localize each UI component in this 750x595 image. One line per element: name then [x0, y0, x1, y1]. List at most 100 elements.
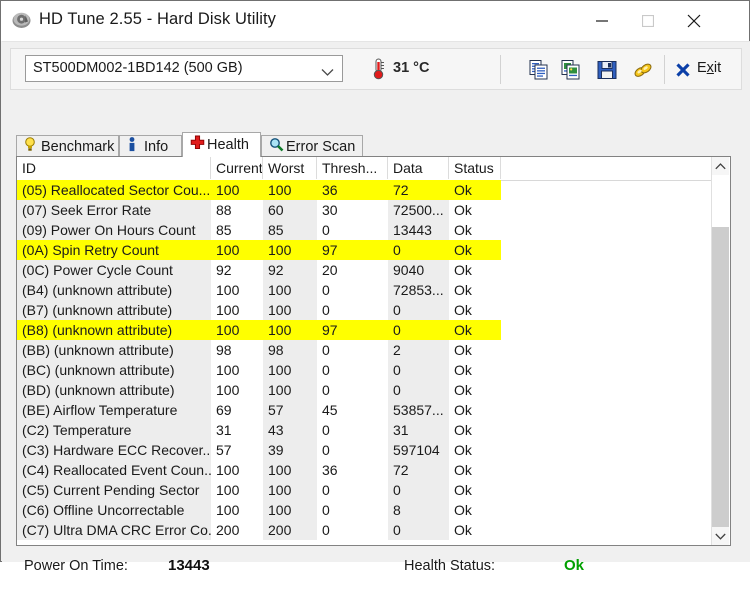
table-header-current[interactable]: Current	[211, 157, 263, 179]
table-row[interactable]: (09) Power On Hours Count 85 85 0 13443 Ok	[17, 220, 699, 240]
table-cell-id: (0A) Spin Retry Count	[17, 240, 211, 260]
tab-health[interactable]: Health	[182, 132, 261, 157]
drive-select-value: ST500DM002-1BD142 (500 GB)	[33, 60, 243, 76]
table-cell-id: (05) Reallocated Sector Cou...	[17, 180, 211, 200]
scroll-up-button[interactable]	[712, 157, 729, 175]
chevron-down-icon	[321, 64, 334, 82]
magnifier-icon	[269, 137, 284, 157]
table-cell-status: Ok	[454, 482, 472, 498]
table-body: (05) Reallocated Sector Cou... 100 100 36 72…	[17, 180, 699, 545]
table-cell-current: 100	[216, 282, 240, 298]
table-row[interactable]: (BD) (unknown attribute) 100 100 0 0 Ok	[17, 380, 699, 400]
table-row[interactable]: (BB) (unknown attribute) 98 98 0 2 Ok	[17, 340, 699, 360]
table-cell-id: (BB) (unknown attribute)	[17, 340, 211, 360]
table-cell-worst: 43	[263, 420, 317, 440]
table-cell-worst: 100	[263, 180, 317, 200]
health-status-label: Health Status:	[404, 558, 496, 574]
scroll-down-button[interactable]	[712, 527, 729, 545]
table-cell-current: 100	[216, 382, 240, 398]
table-row[interactable]: (C6) Offline Uncorrectable 100 100 0 8 Ok	[17, 500, 699, 520]
table-row[interactable]: (C4) Reallocated Event Coun... 100 100 36 72…	[17, 460, 699, 480]
table-cell-worst: 60	[263, 200, 317, 220]
table-cell-data: 72500...	[388, 200, 449, 220]
table-cell-thresh: 0	[322, 382, 330, 398]
table-header-worst[interactable]: Worst	[263, 157, 317, 179]
temperature-value: 31 °C	[393, 60, 430, 76]
table-cell-id: (B7) (unknown attribute)	[17, 300, 211, 320]
table-row[interactable]: (B7) (unknown attribute) 100 100 0 0 Ok	[17, 300, 699, 320]
power-on-time-label: Power On Time:	[24, 558, 128, 574]
table-row[interactable]: (05) Reallocated Sector Cou... 100 100 36 72…	[17, 180, 699, 200]
scrollbar-thumb[interactable]	[712, 227, 729, 530]
table-cell-id: (BC) (unknown attribute)	[17, 360, 211, 380]
table-cell-data: 13443	[388, 220, 449, 240]
table-cell-worst: 100	[263, 500, 317, 520]
hd-tune-window: HD Tune 2.55 - Hard Disk Utility ST500DM…	[0, 0, 750, 574]
table-row[interactable]: (07) Seek Error Rate 88 60 30 72500... Ok	[17, 200, 699, 220]
status-bar: Power On Time: 13443 Health Status: Ok	[16, 550, 731, 595]
minimize-button[interactable]	[579, 1, 625, 41]
close-button[interactable]	[671, 1, 717, 41]
table-cell-current: 100	[211, 240, 263, 260]
tab-benchmark-label: Benchmark	[41, 138, 115, 155]
table-cell-thresh: 0	[322, 522, 330, 538]
settings-button[interactable]	[631, 58, 655, 82]
table-header-status[interactable]: Status	[449, 157, 501, 179]
table-cell-current: 69	[216, 402, 232, 418]
maximize-button[interactable]	[625, 1, 671, 41]
table-cell-status: Ok	[454, 222, 472, 238]
table-cell-current: 200	[216, 522, 240, 538]
tab-benchmark[interactable]: Benchmark	[16, 135, 119, 157]
table-cell-status: Ok	[449, 240, 501, 260]
table-cell-data: 0	[388, 360, 449, 380]
table-cell-worst: 100	[263, 320, 317, 340]
table-cell-status: Ok	[454, 502, 472, 518]
table-row[interactable]: (C5) Current Pending Sector 100 100 0 0 Ok	[17, 480, 699, 500]
table-cell-data: 72853...	[388, 280, 449, 300]
table-cell-data: 31	[388, 420, 449, 440]
table-row[interactable]: (C7) Ultra DMA CRC Error Co... 200 200 0 0 Ok	[17, 520, 699, 540]
smart-attribute-list: ID Current Worst Thresh... Data Status (05) R…	[16, 156, 731, 546]
table-cell-data: 597104	[388, 440, 449, 460]
table-cell-status: Ok	[454, 442, 472, 458]
save-button[interactable]	[595, 58, 619, 82]
drive-select[interactable]: ST500DM002-1BD142 (500 GB)	[25, 55, 343, 82]
blue-x-icon	[675, 62, 691, 83]
table-cell-thresh: 0	[322, 302, 330, 318]
table-cell-id: (B8) (unknown attribute)	[17, 320, 211, 340]
table-cell-current: 100	[216, 362, 240, 378]
table-row[interactable]: (C3) Hardware ECC Recover... 57 39 0 597104 O…	[17, 440, 699, 460]
table-cell-id: (C6) Offline Uncorrectable	[17, 500, 211, 520]
table-cell-worst: 57	[263, 400, 317, 420]
vertical-scrollbar[interactable]	[711, 157, 730, 545]
copy-screenshot-button[interactable]	[559, 58, 583, 82]
table-row[interactable]: (C2) Temperature 31 43 0 31 Ok	[17, 420, 699, 440]
table-cell-thresh: 36	[317, 180, 388, 200]
table-cell-data: 0	[388, 480, 449, 500]
table-cell-status: Ok	[454, 342, 472, 358]
table-row[interactable]: (B8) (unknown attribute) 100 100 97 0 Ok	[17, 320, 699, 340]
toolbar-separator-1	[500, 55, 501, 84]
table-cell-data: 0	[388, 320, 449, 340]
table-header-id[interactable]: ID	[17, 157, 211, 179]
table-row[interactable]: (BC) (unknown attribute) 100 100 0 0 Ok	[17, 360, 699, 380]
table-cell-current: 92	[216, 262, 232, 278]
table-cell-thresh: 0	[322, 362, 330, 378]
table-header-data[interactable]: Data	[388, 157, 449, 179]
table-cell-current: 100	[216, 302, 240, 318]
copy-text-button[interactable]	[527, 58, 551, 82]
table-row[interactable]: (0A) Spin Retry Count 100 100 97 0 Ok	[17, 240, 699, 260]
hard-disk-icon	[12, 12, 31, 29]
tab-error-scan[interactable]: Error Scan	[261, 135, 363, 157]
table-row[interactable]: (B4) (unknown attribute) 100 100 0 72853... O…	[17, 280, 699, 300]
table-header-thresh[interactable]: Thresh...	[317, 157, 388, 179]
table-cell-id: (BE) Airflow Temperature	[17, 400, 211, 420]
table-cell-status: Ok	[454, 362, 472, 378]
table-row[interactable]: (BE) Airflow Temperature 69 57 45 53857... Ok	[17, 400, 699, 420]
table-cell-thresh: 97	[317, 320, 388, 340]
table-row[interactable]: (0C) Power Cycle Count 92 92 20 9040 Ok	[17, 260, 699, 280]
tab-info[interactable]: Info	[119, 135, 182, 157]
table-cell-thresh: 97	[317, 240, 388, 260]
table-cell-worst: 100	[263, 280, 317, 300]
exit-button[interactable]: Exit	[673, 57, 745, 83]
